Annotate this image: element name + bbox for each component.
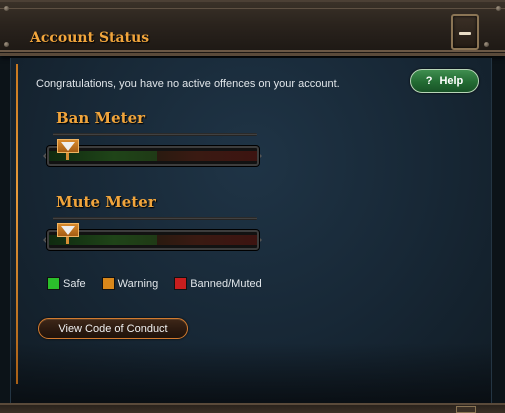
legend-item-warning: Warning <box>101 277 159 290</box>
legend-item-banned-muted: Banned/Muted <box>174 277 262 290</box>
question-mark-icon: ? <box>425 75 433 87</box>
minus-icon <box>459 32 471 35</box>
mute-meter-rule <box>53 217 257 220</box>
panel-accent-line <box>16 64 18 384</box>
ban-meter-pointer <box>57 139 79 161</box>
banned-swatch-icon <box>174 277 188 290</box>
safe-swatch-icon <box>47 277 60 290</box>
collapse-button[interactable] <box>451 14 479 50</box>
mute-meter-danger-zone <box>157 235 257 245</box>
help-button-label: Help <box>439 75 464 87</box>
mute-meter-pointer <box>57 223 79 245</box>
ban-meter-rule <box>53 133 257 136</box>
rivet-icon <box>4 42 9 47</box>
legend-label: Safe <box>63 277 86 290</box>
footer-tab <box>456 406 476 413</box>
mute-meter-heading: Mute Meter <box>56 193 156 211</box>
rivet-icon <box>496 6 501 11</box>
status-message: Congratulations, you have no active offe… <box>36 78 340 90</box>
rivet-icon <box>4 6 9 11</box>
meter-legend: Safe Warning Banned/Muted <box>47 277 262 290</box>
account-status-window: Account Status Congratulations, you have… <box>0 0 505 413</box>
legend-label: Warning <box>117 277 159 290</box>
window-footer <box>0 403 505 413</box>
ban-meter-heading: Ban Meter <box>56 109 146 127</box>
ban-meter-danger-zone <box>157 151 257 161</box>
view-code-of-conduct-button[interactable]: View Code of Conduct <box>38 318 188 339</box>
legend-item-safe: Safe <box>47 277 86 290</box>
warning-swatch-icon <box>101 277 115 290</box>
help-button[interactable]: ? Help <box>410 69 479 93</box>
window-title: Account Status <box>30 30 150 46</box>
pointer-arrow-icon <box>61 226 75 235</box>
legend-label: Banned/Muted <box>190 277 262 290</box>
header-divider <box>0 50 505 52</box>
pointer-arrow-icon <box>61 142 75 151</box>
rivet-icon <box>484 42 489 47</box>
window-header: Account Status <box>0 0 505 56</box>
